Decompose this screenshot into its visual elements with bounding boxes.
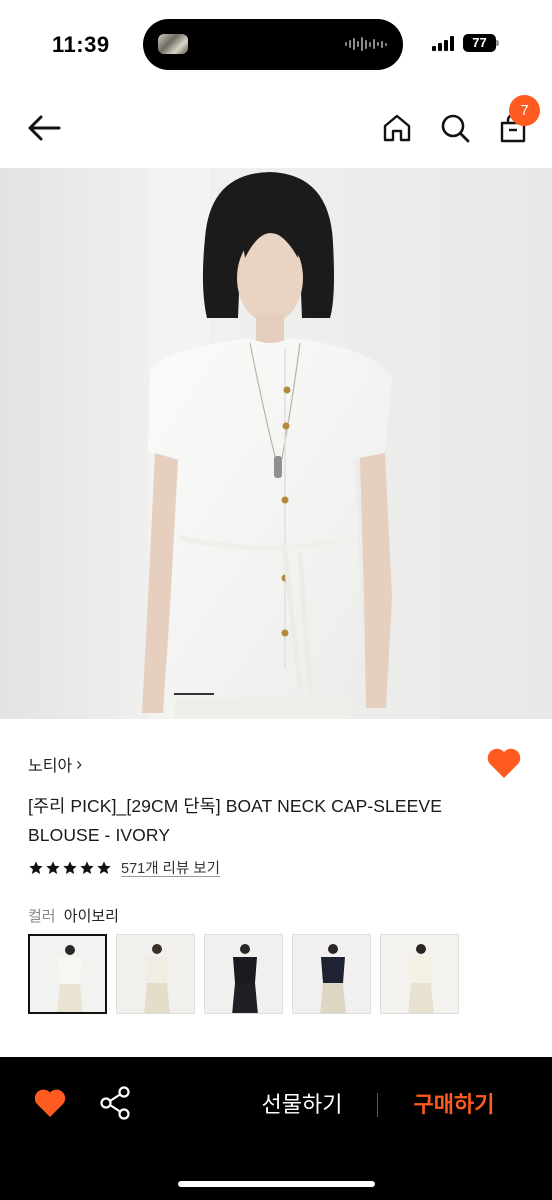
swatch-thumbnail (381, 935, 458, 1013)
star-icon (46, 860, 60, 874)
color-swatch-cream[interactable] (116, 934, 195, 1014)
product-title: [주리 PICK]_[29CM 단독] BOAT NECK CAP-SLEEVE… (28, 796, 442, 845)
rating-stars (28, 860, 112, 876)
cart-count-badge: 7 (509, 95, 540, 126)
image-progress-track (0, 693, 552, 695)
color-swatch-ivory[interactable] (28, 934, 107, 1014)
swatch-thumbnail (117, 935, 194, 1013)
divider (377, 1093, 378, 1117)
color-option-row: 컬러 아이보리 (28, 905, 119, 926)
bottom-action-bar: 선물하기 구매하기 (0, 1057, 552, 1200)
home-indicator (178, 1181, 375, 1187)
star-icon (80, 860, 94, 874)
product-image-carousel[interactable] (0, 168, 552, 719)
status-time: 11:39 (52, 32, 110, 57)
wishlist-heart-icon[interactable] (486, 746, 522, 780)
swatch-thumbnail (30, 936, 105, 1012)
brand-name: 노티아 (28, 758, 73, 775)
star-icon (97, 860, 111, 874)
image-progress-indicator (174, 693, 214, 695)
product-photo (0, 168, 552, 719)
color-swatch-black[interactable] (204, 934, 283, 1014)
color-label: 컬러 (28, 908, 56, 925)
color-value: 아이보리 (63, 908, 119, 925)
battery-icon: 77 (463, 34, 499, 52)
dynamic-island (143, 19, 403, 70)
star-icon (63, 860, 77, 874)
rating-row: 571개 리뷰 보기 (28, 857, 220, 878)
buy-button[interactable]: 구매하기 (398, 1087, 510, 1123)
brand-link[interactable]: 노티아 › (28, 752, 82, 776)
search-button[interactable] (436, 108, 474, 148)
chevron-right-icon: › (76, 753, 83, 774)
share-icon[interactable] (98, 1085, 132, 1121)
swatch-thumbnail (205, 935, 282, 1013)
top-nav-bar (0, 90, 552, 168)
back-button[interactable] (24, 108, 64, 148)
gift-button[interactable]: 선물하기 (246, 1087, 358, 1123)
review-link[interactable]: 571개 리뷰 보기 (121, 857, 220, 878)
home-icon (383, 114, 411, 142)
search-icon (441, 114, 470, 143)
now-playing-thumbnail (158, 34, 188, 54)
heart-icon[interactable] (33, 1087, 67, 1119)
star-icon (29, 860, 43, 874)
audio-waveform-icon (345, 36, 387, 52)
cellular-signal-icon (432, 36, 454, 51)
color-swatches (28, 934, 459, 1014)
color-swatch-navy[interactable] (292, 934, 371, 1014)
swatch-thumbnail (293, 935, 370, 1013)
battery-level: 77 (472, 35, 487, 50)
arrow-left-icon (28, 115, 61, 141)
color-swatch-ivory-alt[interactable] (380, 934, 459, 1014)
home-button[interactable] (378, 108, 416, 148)
status-bar: 11:39 77 (0, 0, 552, 90)
